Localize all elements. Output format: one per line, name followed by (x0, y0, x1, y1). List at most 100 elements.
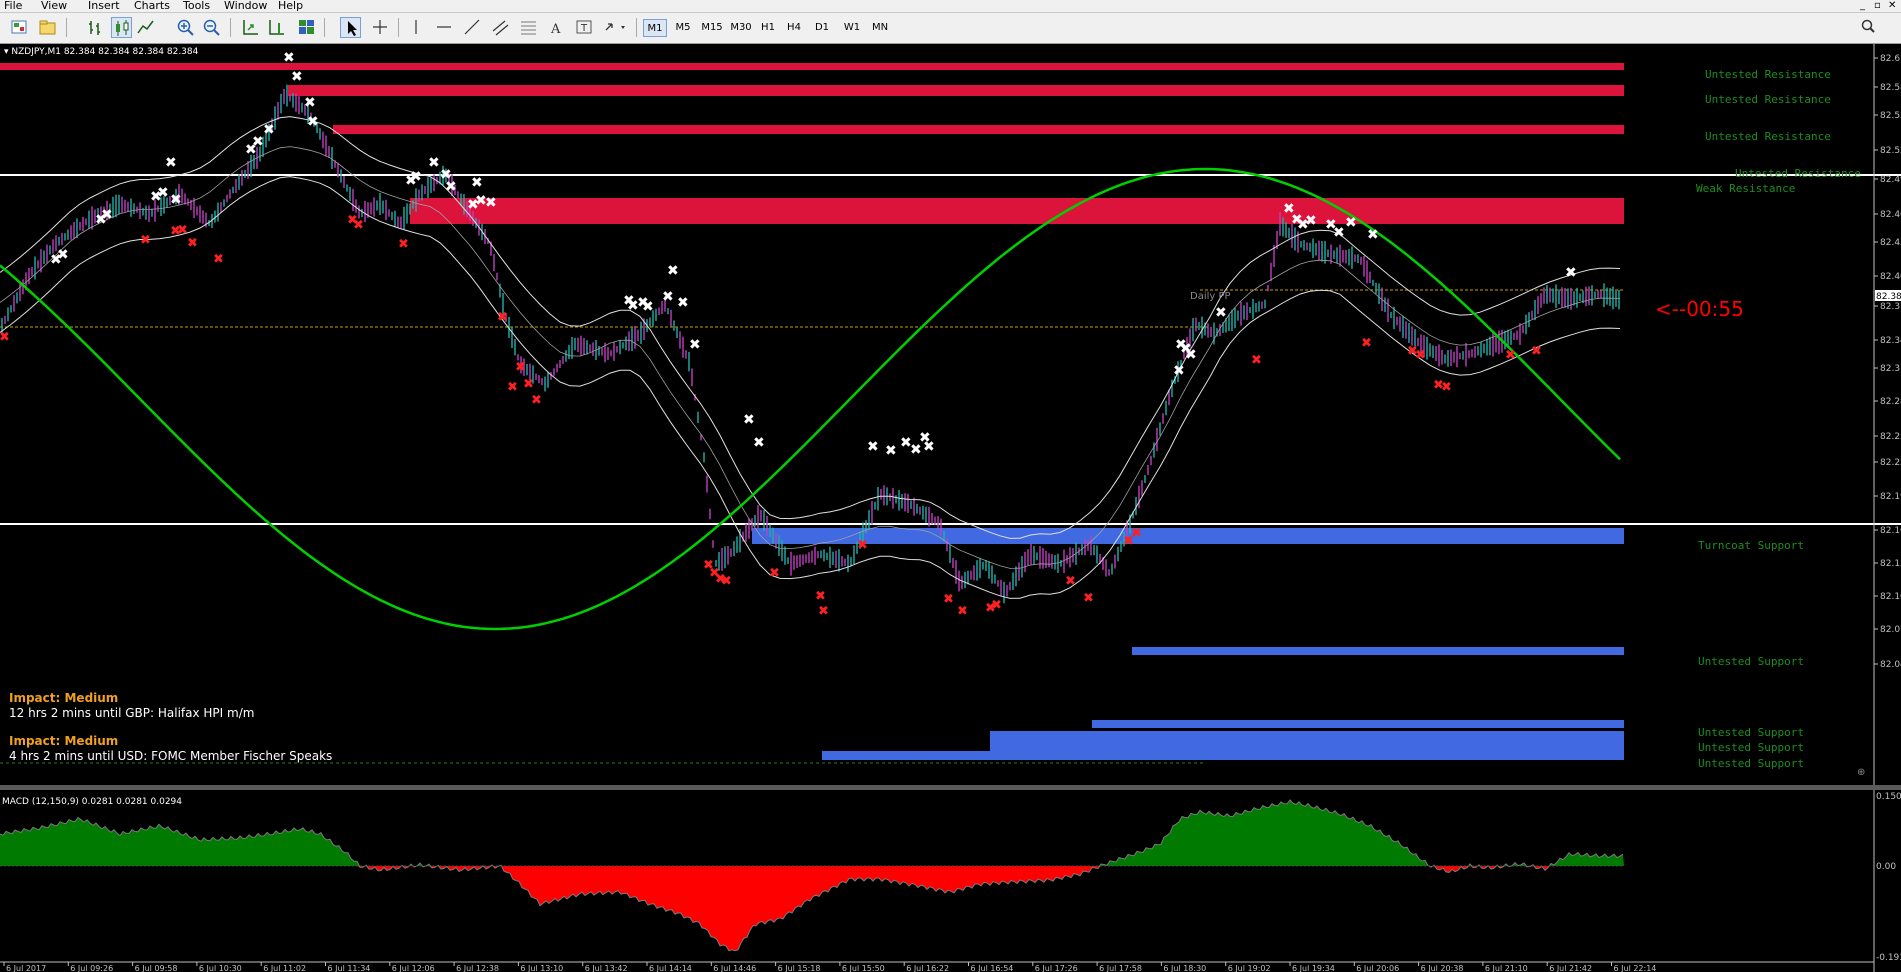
autoscroll-icon[interactable] (240, 17, 261, 38)
tile-windows-icon[interactable] (296, 17, 317, 38)
indicator-separator[interactable] (0, 785, 1901, 790)
line-chart-icon[interactable] (136, 17, 157, 38)
time-tick-label: 6 Jul 13:10 (520, 964, 563, 972)
fractal-up-marker: ✖ (677, 295, 689, 311)
text-icon[interactable]: A (546, 17, 567, 38)
fractal-down-marker: ✖ (353, 218, 364, 233)
fractal-up-marker: ✖ (667, 263, 679, 279)
fractal-down-marker: ✖ (991, 598, 1002, 613)
zoom-out-icon[interactable] (201, 17, 222, 38)
zoom-in-icon[interactable] (175, 17, 196, 38)
fractal-down-marker: ✖ (1531, 344, 1542, 359)
restore-button[interactable]: ▫ (1874, 0, 1881, 12)
text-label-icon[interactable]: T (574, 17, 595, 38)
chart-title: NZDJPY,M1 82.384 82.384 82.384 82.384 (11, 47, 198, 57)
chart-window[interactable]: ✖✖✖✖✖✖✖✖✖✖✖✖✖✖✖✖✖✖✖✖✖✖✖✖✖✖✖✖✖✖✖✖✖✖ ✖ ✖ ✖✖✖✖… (0, 44, 1901, 972)
fractal-up-marker: ✖ (1565, 265, 1577, 281)
timeframe-m5[interactable]: M5 (670, 19, 696, 37)
new-chart-icon[interactable] (9, 17, 30, 38)
fractal-down-marker: ✖ (1505, 348, 1516, 363)
timeframe-h4[interactable]: H4 (782, 19, 806, 37)
menu-window[interactable]: Window (224, 0, 267, 12)
menu-view[interactable]: View (41, 0, 67, 12)
fractal-up-marker: ✖ (885, 443, 897, 459)
zone-label-10: Untested Support (1698, 757, 1804, 770)
bar-chart-icon[interactable] (86, 17, 107, 38)
time-tick-label: 6 Jul 17:58 (1099, 964, 1142, 972)
fractal-down-marker: ✖ (507, 380, 518, 395)
svg-text:T: T (580, 23, 588, 34)
candle-chart-icon[interactable] (111, 17, 132, 38)
chart-shift-marker-icon[interactable]: ⊕ (1857, 767, 1865, 778)
fractal-up-marker: ✖ (170, 192, 182, 208)
zone-label-8: Untested Support (1698, 726, 1804, 739)
cursor-icon[interactable] (340, 17, 361, 38)
fractal-up-marker: ✖ (923, 439, 935, 455)
chart-shift-icon[interactable] (266, 17, 287, 38)
timeframe-m1[interactable]: M1 (643, 19, 667, 37)
resistance-zone-1 (0, 63, 1624, 70)
menu-bar: File View Insert Charts Tools Window Hel… (0, 0, 1901, 13)
fractal-down-marker: ✖ (1441, 380, 1452, 395)
arrows-icon[interactable] (602, 17, 628, 38)
crosshair-icon[interactable] (370, 17, 391, 38)
time-tick-label: 6 Jul 16:22 (906, 964, 949, 972)
news-2-text: 4 hrs 2 mins until USD: FOMC Member Fisc… (9, 749, 332, 763)
time-tick-label: 6 Jul 18:30 (1163, 964, 1206, 972)
news-1-text: 12 hrs 2 mins until GBP: Halifax HPI m/m (9, 706, 254, 720)
channel-icon[interactable] (490, 17, 511, 38)
time-tick-label: 6 Jul 20:06 (1356, 964, 1399, 972)
time-tick-label: 6 Jul 16:54 (971, 964, 1014, 972)
trendline-icon[interactable] (462, 17, 483, 38)
fibonacci-icon[interactable] (518, 17, 539, 38)
price-tick-label: 82.28 (1880, 397, 1901, 407)
timeframe-mn[interactable]: MN (866, 19, 894, 37)
menu-charts[interactable]: Charts (134, 0, 170, 12)
time-tick-label: 6 Jul 20:38 (1421, 964, 1464, 972)
support-zone-2 (1132, 647, 1624, 655)
menu-help[interactable]: Help (278, 0, 303, 12)
price-tick-label: 82.34 (1880, 336, 1901, 346)
toolbar: A T M1 M5 M15 M30 H1 H4 D1 W1 MN (0, 13, 1901, 44)
fractal-up-marker: ✖ (263, 122, 275, 138)
time-tick-label: 6 Jul 21:42 (1549, 964, 1592, 972)
daily-pp-label: Daily PP (1190, 291, 1231, 302)
time-tick-label: 6 Jul 17:26 (1035, 964, 1078, 972)
price-tick-label: 82.19 (1880, 492, 1901, 502)
price-tick-label: 82.16 (1880, 526, 1901, 536)
fractal-up-marker: ✖ (689, 337, 701, 353)
timeframe-w1[interactable]: W1 (839, 19, 865, 37)
timeframe-m30[interactable]: M30 (727, 19, 755, 37)
menu-tools[interactable]: Tools (183, 0, 210, 12)
fractal-up-marker: ✖ (291, 69, 303, 85)
fractal-up-marker: ✖ (471, 175, 483, 191)
fractal-up-marker: ✖ (1305, 213, 1317, 229)
fractal-down-marker: ✖ (1251, 353, 1262, 368)
fractal-down-marker: ✖ (213, 252, 224, 267)
profiles-icon[interactable] (38, 17, 59, 38)
vertical-line-icon[interactable] (406, 17, 427, 38)
fractal-up-marker: ✖ (304, 95, 316, 111)
fractal-down-marker: ✖ (1065, 574, 1076, 589)
price-tick-label: 82.04 (1880, 660, 1901, 670)
horizontal-line-icon[interactable] (434, 17, 455, 38)
fractal-down-marker: ✖ (0, 330, 10, 345)
fractal-up-marker: ✖ (445, 179, 457, 195)
price-tick-label: 82.07 (1880, 625, 1901, 635)
time-tick-label: 6 Jul 09:26 (70, 964, 113, 972)
search-icon[interactable] (1858, 17, 1879, 38)
menu-file[interactable]: File (4, 0, 22, 12)
timeframe-d1[interactable]: D1 (810, 19, 834, 37)
menu-insert[interactable]: Insert (88, 0, 120, 12)
timeframe-h1[interactable]: H1 (756, 19, 780, 37)
fractal-up-marker: ✖ (642, 299, 654, 315)
timeframe-m15[interactable]: M15 (698, 19, 726, 37)
fractal-up-marker: ✖ (1215, 305, 1227, 321)
resistance-zone-2 (288, 85, 1624, 96)
resistance-zone-4 (410, 198, 1624, 224)
minimize-button[interactable]: _ (1860, 0, 1865, 12)
close-button[interactable]: ✕ (1888, 0, 1896, 12)
time-tick-label: 6 Jul 19:34 (1292, 964, 1335, 972)
fractal-up-marker: ✖ (485, 195, 497, 211)
symbol-dropdown-icon[interactable]: ▾ (4, 47, 11, 57)
